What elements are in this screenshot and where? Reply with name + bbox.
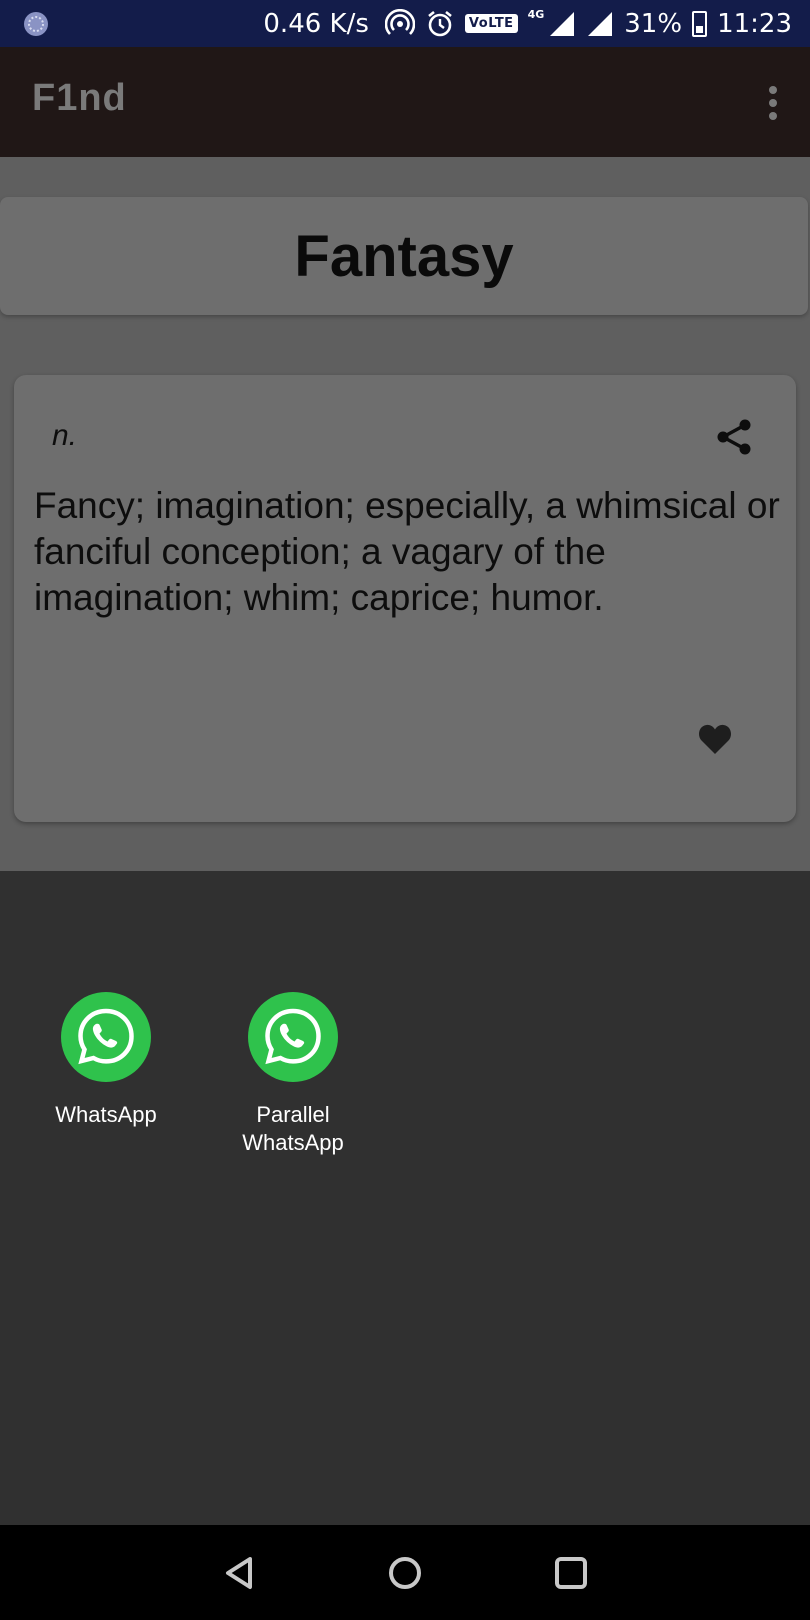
share-target-parallel-whatsapp[interactable]: Parallel WhatsApp [218,991,368,1157]
app-title: F1nd [32,77,127,119]
whatsapp-icon [248,992,338,1082]
signal-icon [550,11,575,36]
clock: 11:23 [717,8,792,39]
heart-icon[interactable] [698,723,732,755]
definition-card: n. Fancy; imagination; especially, a whi… [14,375,796,822]
volte-badge: VoLTE [464,14,518,33]
share-icon[interactable] [714,417,754,457]
signal-icon-2 [588,11,613,36]
app-notification-icon [24,12,48,36]
hotspot-icon [384,8,415,35]
app-bar: F1nd [0,47,810,157]
alarm-icon [428,10,452,36]
battery-percent: 31% [624,8,683,39]
part-of-speech: n. [52,419,78,452]
share-target-label: Parallel WhatsApp [242,1102,344,1155]
battery-icon [692,10,708,37]
word-title: Fantasy [294,223,514,289]
share-target-label: WhatsApp [55,1102,157,1127]
home-icon[interactable] [385,1553,425,1593]
net-speed: 0.46 K/s [263,8,369,39]
overflow-menu-icon[interactable] [766,85,780,121]
share-sheet: WhatsApp Parallel WhatsApp [0,871,810,1525]
recents-icon[interactable] [551,1553,591,1593]
navigation-bar [0,1525,810,1620]
whatsapp-icon [61,992,151,1082]
back-icon[interactable] [220,1553,260,1593]
word-card: Fantasy [0,197,808,315]
network-type: 4G [527,8,545,21]
status-bar: 0.46 K/s VoLTE 4G 31% 11:23 [0,0,810,47]
definition-text: Fancy; imagination; especially, a whimsi… [34,485,780,618]
share-target-whatsapp[interactable]: WhatsApp [31,991,181,1129]
